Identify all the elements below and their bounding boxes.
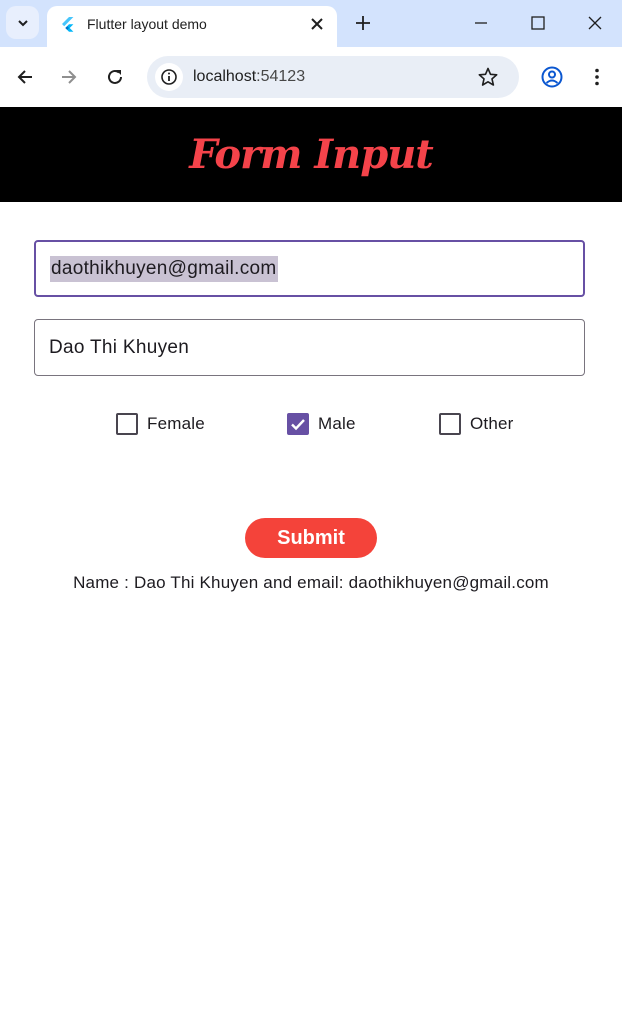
page-title: Form Input [189, 131, 434, 178]
submit-button[interactable]: Submit [245, 518, 377, 558]
checkbox-female-box[interactable] [116, 413, 138, 435]
address-bar[interactable]: localhost:54123 [147, 56, 519, 98]
url-text: localhost:54123 [193, 68, 305, 86]
new-tab-button[interactable] [350, 10, 376, 36]
close-icon [311, 18, 323, 30]
name-input[interactable] [49, 320, 569, 375]
browser-tab[interactable]: Flutter layout demo [47, 6, 337, 47]
email-field[interactable]: daothikhuyen@gmail.com [34, 240, 585, 297]
checkbox-male-label: Male [318, 414, 356, 433]
browser-toolbar: localhost:54123 [0, 47, 622, 107]
maximize-button[interactable] [523, 8, 553, 38]
result-text: Name : Dao Thi Khuyen and email: daothik… [73, 573, 549, 592]
star-icon [478, 67, 498, 86]
checkmark-icon [291, 419, 305, 431]
url-port: :54123 [256, 68, 306, 85]
email-selected-text: daothikhuyen@gmail.com [50, 256, 278, 282]
back-button[interactable] [10, 62, 40, 92]
maximize-icon [531, 16, 545, 30]
profile-icon [541, 66, 563, 88]
bookmark-button[interactable] [475, 64, 501, 90]
tab-title: Flutter layout demo [87, 16, 207, 32]
site-info-button[interactable] [155, 63, 183, 91]
plus-icon [356, 16, 370, 30]
forward-button[interactable] [54, 62, 84, 92]
checkbox-male[interactable]: Male [287, 410, 356, 438]
checkbox-female[interactable]: Female [116, 410, 205, 438]
window-close-icon [588, 16, 602, 30]
checkbox-male-box[interactable] [287, 413, 309, 435]
name-field[interactable] [34, 319, 585, 376]
tab-close-button[interactable] [305, 12, 329, 36]
url-host: localhost [193, 68, 257, 85]
flutter-icon [62, 17, 74, 32]
checkbox-other-label: Other [470, 414, 514, 433]
checkbox-other[interactable]: Other [439, 410, 514, 438]
window-close-button[interactable] [580, 8, 610, 38]
reload-icon [108, 69, 122, 84]
chevron-down-icon [17, 19, 28, 26]
tab-strip: Flutter layout demo [0, 0, 622, 47]
tab-search-button[interactable] [6, 6, 39, 39]
forward-icon [62, 70, 77, 84]
checkbox-female-label: Female [147, 414, 205, 433]
reload-button[interactable] [100, 62, 130, 92]
back-icon [17, 70, 32, 84]
checkbox-other-box[interactable] [439, 413, 461, 435]
menu-button[interactable] [582, 62, 612, 92]
profile-button[interactable] [537, 62, 567, 92]
app-bar: Form Input [0, 107, 622, 202]
minimize-icon [475, 22, 487, 24]
minimize-button[interactable] [466, 8, 496, 38]
menu-icon [595, 68, 599, 86]
site-info-icon [161, 69, 177, 85]
